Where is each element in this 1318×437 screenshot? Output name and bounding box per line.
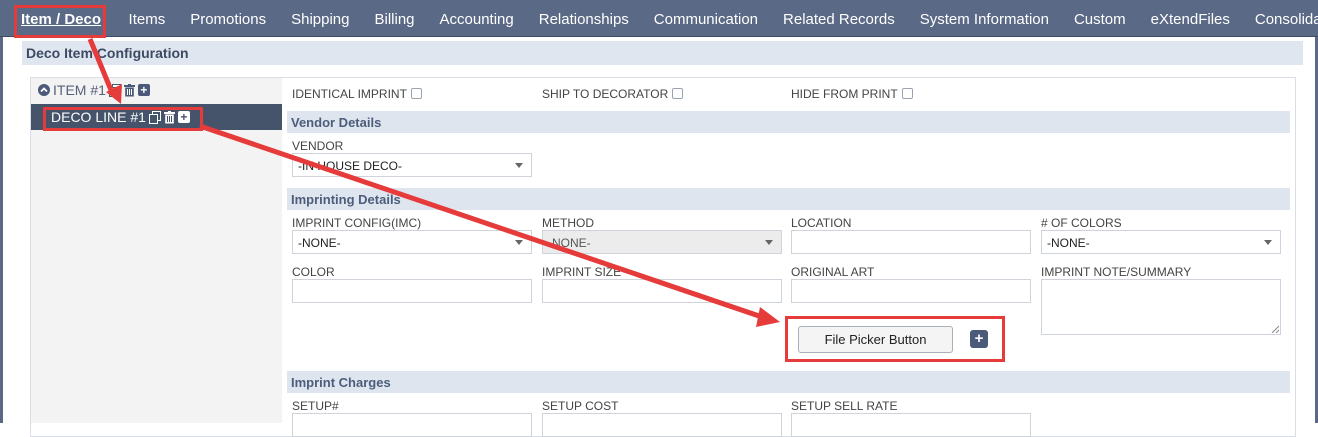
tab-label: Items: [128, 11, 166, 28]
setup-num-label: SETUP#: [292, 399, 339, 413]
method-value: -NONE-: [548, 236, 591, 250]
resize-grip-icon[interactable]: [1271, 325, 1279, 333]
imprint-config-label: IMPRINT CONFIG(IMC): [292, 216, 422, 230]
add-icon[interactable]: +: [137, 84, 150, 96]
chevron-down-icon: [765, 240, 773, 245]
imprint-config-select[interactable]: -NONE-: [292, 230, 532, 254]
chevron-down-icon: [515, 163, 523, 168]
add-file-icon[interactable]: +: [970, 330, 988, 348]
tab-billing[interactable]: Billing: [362, 0, 427, 36]
tab-label: Billing: [374, 11, 415, 28]
setup-cost-input[interactable]: [542, 413, 782, 437]
add-icon[interactable]: +: [177, 111, 190, 123]
tab-consolidated[interactable]: Consolida: [1242, 0, 1318, 36]
imprint-size-input[interactable]: [542, 279, 782, 303]
imprint-charges-heading: Imprint Charges: [287, 371, 1290, 393]
copy-icon[interactable]: [148, 110, 161, 124]
frame-border-left: [0, 37, 3, 423]
hide-from-print-checkbox[interactable]: [901, 88, 913, 99]
identical-imprint-field: IDENTICAL IMPRINT: [292, 87, 422, 101]
tab-items[interactable]: Items: [116, 0, 178, 36]
tab-label: Communication: [653, 11, 759, 28]
tab-label: Item / Deco: [21, 11, 102, 28]
tab-label: Promotions: [190, 11, 267, 28]
vendor-label: VENDOR: [292, 139, 344, 153]
original-art-input[interactable]: [791, 279, 1031, 303]
location-input[interactable]: [791, 230, 1031, 254]
tree-deco-line-1[interactable]: DECO LINE #1 +: [31, 104, 282, 130]
chevron-down-icon: [1264, 240, 1272, 245]
chevron-up-circle-icon[interactable]: [38, 84, 50, 96]
tab-label: Custom: [1073, 11, 1126, 28]
vendor-details-heading: Vendor Details: [287, 111, 1290, 133]
num-colors-value: -NONE-: [1047, 236, 1090, 250]
color-label: COLOR: [292, 265, 335, 279]
setup-num-input[interactable]: [292, 413, 532, 437]
copy-icon[interactable]: [108, 83, 121, 97]
tab-label: Related Records: [783, 11, 895, 28]
tab-label: eXtendFiles: [1150, 11, 1230, 28]
tab-accounting[interactable]: Accounting: [427, 0, 526, 36]
location-label: LOCATION: [791, 216, 852, 230]
section-title: Deco Item Configuration: [22, 41, 1303, 65]
tab-communication[interactable]: Communication: [641, 0, 770, 36]
tab-label: Accounting: [439, 11, 514, 28]
tab-relationships[interactable]: Relationships: [526, 0, 641, 36]
file-picker-button[interactable]: File Picker Button: [798, 326, 953, 353]
num-colors-select[interactable]: -NONE-: [1041, 230, 1281, 254]
trash-icon[interactable]: [163, 110, 175, 124]
tab-extendfiles[interactable]: eXtendFiles: [1138, 0, 1242, 36]
chevron-down-icon: [515, 240, 523, 245]
tab-promotions[interactable]: Promotions: [178, 0, 279, 36]
method-label: METHOD: [542, 216, 594, 230]
identical-imprint-checkbox[interactable]: [410, 88, 422, 99]
tree-item-label: ITEM #1: [53, 82, 106, 98]
tab-label: Shipping: [291, 11, 350, 28]
method-select[interactable]: -NONE-: [542, 230, 782, 254]
vendor-value: -IN HOUSE DECO-: [298, 159, 403, 173]
setup-sell-rate-label: SETUP SELL RATE: [791, 399, 898, 413]
trash-icon[interactable]: [123, 83, 135, 97]
color-input[interactable]: [292, 279, 532, 303]
tab-related-records[interactable]: Related Records: [771, 0, 908, 36]
ship-to-decorator-field: SHIP TO DECORATOR: [542, 87, 684, 101]
setup-cost-label: SETUP COST: [542, 399, 619, 413]
imprinting-details-heading: Imprinting Details: [287, 188, 1290, 210]
identical-imprint-label: IDENTICAL IMPRINT: [292, 87, 407, 101]
tree-deco-line-label: DECO LINE #1: [51, 109, 146, 125]
imprint-note-textarea[interactable]: [1041, 279, 1281, 335]
tree-item-1[interactable]: ITEM #1 +: [38, 80, 150, 100]
tab-system-information[interactable]: System Information: [907, 0, 1061, 36]
tab-label: Consolida: [1254, 11, 1318, 28]
tab-shipping[interactable]: Shipping: [279, 0, 362, 36]
num-colors-label: # OF COLORS: [1041, 216, 1122, 230]
ship-to-decorator-label: SHIP TO DECORATOR: [542, 87, 669, 101]
imprint-size-label: IMPRINT SIZE: [542, 265, 622, 279]
hide-from-print-label: HIDE FROM PRINT: [791, 87, 898, 101]
tab-item-deco[interactable]: Item / Deco: [0, 0, 117, 36]
vendor-select[interactable]: -IN HOUSE DECO-: [292, 153, 532, 177]
original-art-label: ORIGINAL ART: [791, 265, 875, 279]
imprint-note-label: IMPRINT NOTE/SUMMARY: [1041, 265, 1192, 279]
ship-to-decorator-checkbox[interactable]: [672, 88, 684, 99]
setup-sell-rate-input[interactable]: [791, 413, 1031, 437]
hide-from-print-field: HIDE FROM PRINT: [791, 87, 913, 101]
tab-custom[interactable]: Custom: [1061, 0, 1138, 36]
tab-label: System Information: [919, 11, 1049, 28]
imprint-config-value: -NONE-: [298, 236, 341, 250]
tab-label: Relationships: [538, 11, 629, 28]
tab-bar: Item / Deco Items Promotions Shipping Bi…: [0, 0, 1318, 37]
